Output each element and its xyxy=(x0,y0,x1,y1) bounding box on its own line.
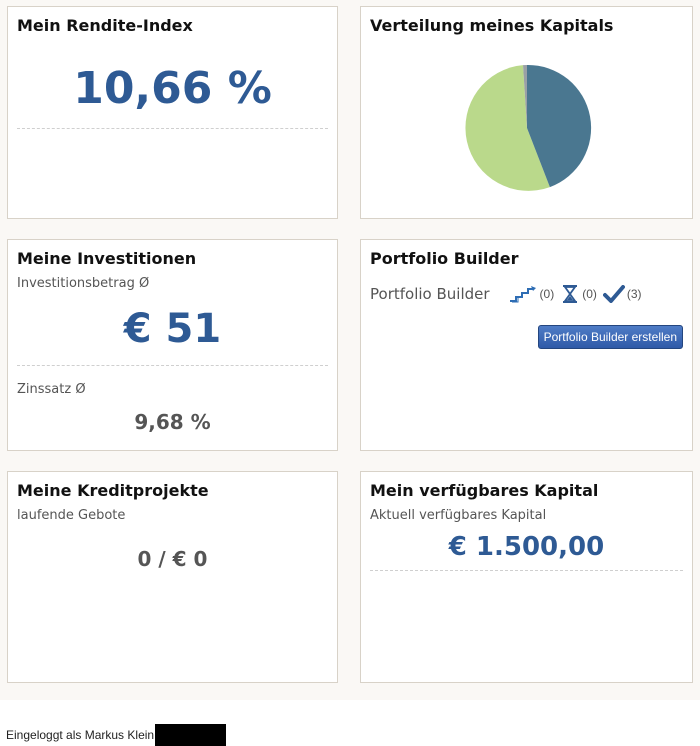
portfolio-builder-create-button[interactable]: Portfolio Builder erstellen xyxy=(537,325,683,349)
portfolio-card: Portfolio Builder Portfolio Builder (0) xyxy=(360,239,693,451)
login-footer: Eingeloggt als Markus Klein xyxy=(6,724,227,746)
zinssatz-value: 9,68 % xyxy=(134,410,211,434)
kapital-card: Mein verfügbares Kapital Aktuell verfügb… xyxy=(360,471,693,683)
rendite-card: Mein Rendite-Index 10,66 % xyxy=(7,6,338,219)
stat-hourglass-count: (0) xyxy=(582,287,597,301)
verfuegbares-kapital-value: € 1.500,00 xyxy=(448,532,605,562)
logged-in-text: Eingeloggt als Markus Klein xyxy=(6,728,155,742)
laufende-gebote-value: 0 / € 0 xyxy=(137,547,208,571)
portfolio-title: Portfolio Builder xyxy=(370,249,519,268)
rendite-title: Mein Rendite-Index xyxy=(17,16,193,35)
stat-hourglass[interactable]: (0) xyxy=(560,284,597,304)
rendite-value: 10,66 % xyxy=(73,63,272,114)
portfolio-stats-row: Portfolio Builder (0) (0) (3) xyxy=(370,284,648,304)
hourglass-icon xyxy=(563,285,578,303)
stairs-icon xyxy=(509,286,536,303)
investitionsbetrag-value: € 51 xyxy=(123,306,222,352)
checkmark-icon xyxy=(602,285,625,303)
kredit-card: Meine Kreditprojekte laufende Gebote 0 /… xyxy=(7,471,338,683)
verteilung-card: Verteilung meines Kapitals xyxy=(360,6,693,219)
divider xyxy=(17,128,328,129)
stat-check[interactable]: (3) xyxy=(602,285,642,303)
divider xyxy=(17,365,328,366)
pie-chart xyxy=(465,64,592,191)
kapital-title: Mein verfügbares Kapital xyxy=(370,481,599,500)
zinssatz-label: Zinssatz Ø xyxy=(17,382,86,397)
investitionen-card: Meine Investitionen Investitionsbetrag Ø… xyxy=(7,239,338,451)
portfolio-label: Portfolio Builder xyxy=(370,285,490,303)
redacted-block xyxy=(155,724,227,746)
stat-stairs-count: (0) xyxy=(539,287,555,301)
stat-check-count: (3) xyxy=(626,287,642,301)
laufende-gebote-label: laufende Gebote xyxy=(17,508,126,523)
investitionen-title: Meine Investitionen xyxy=(17,249,197,268)
verfuegbares-kapital-label: Aktuell verfügbares Kapital xyxy=(370,508,547,523)
divider xyxy=(370,570,683,571)
stat-stairs[interactable]: (0) xyxy=(508,285,555,303)
kredit-title: Meine Kreditprojekte xyxy=(17,481,209,500)
investitionsbetrag-label: Investitionsbetrag Ø xyxy=(17,276,150,291)
dashboard: Mein Rendite-Index 10,66 % Verteilung me… xyxy=(0,0,700,700)
verteilung-title: Verteilung meines Kapitals xyxy=(370,16,614,35)
